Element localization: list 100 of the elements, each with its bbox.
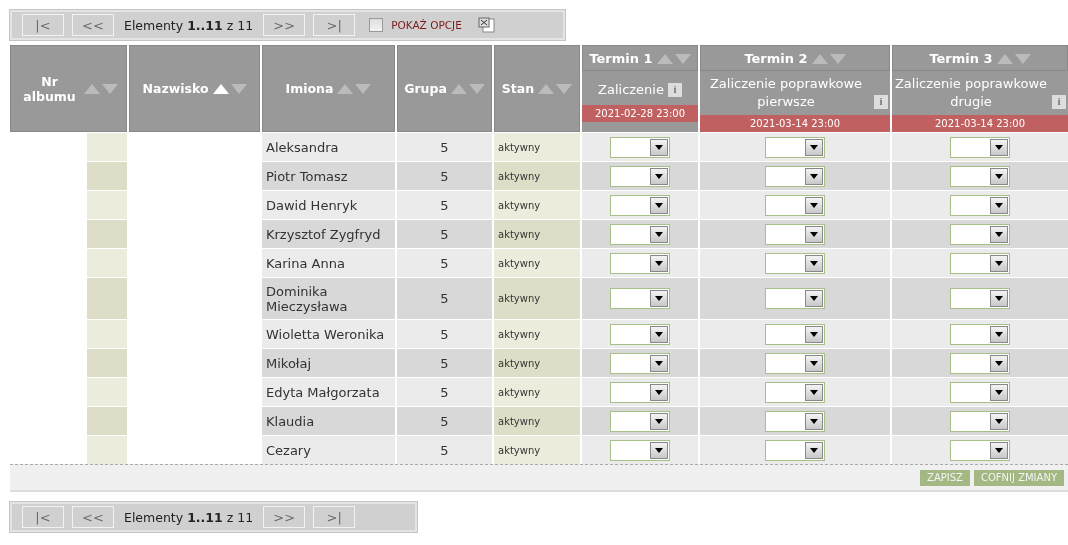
- grade-select[interactable]: [610, 136, 670, 158]
- status-cell: aktywny: [498, 328, 541, 340]
- grade-select[interactable]: [610, 439, 670, 461]
- column-header[interactable]: Stan: [501, 81, 535, 96]
- dropdown-caret-icon: [655, 389, 663, 395]
- group-cell: 5: [440, 442, 449, 458]
- group-cell: 5: [440, 226, 449, 242]
- options-checkbox[interactable]: [369, 18, 384, 32]
- action-button[interactable]: COFNIJ ZMIANY: [973, 469, 1064, 486]
- column-header[interactable]: Nr albumu: [19, 73, 80, 104]
- status-cell: aktywny: [498, 199, 541, 211]
- first-names-cell: Edyta Małgorzata: [266, 384, 380, 400]
- term-deadline: 2021-03-14 23:00: [700, 115, 890, 132]
- group-cell: 5: [440, 413, 449, 429]
- grade-select[interactable]: [950, 323, 1010, 345]
- export-icon[interactable]: [477, 17, 496, 33]
- dropdown-caret-icon: [655, 331, 663, 337]
- grade-select[interactable]: [765, 288, 825, 309]
- grade-select[interactable]: [950, 288, 1010, 309]
- term-deadline: 2021-02-28 23:00: [582, 105, 698, 122]
- grade-select[interactable]: [950, 410, 1010, 432]
- dropdown-caret-icon: [810, 389, 818, 395]
- grade-select[interactable]: [610, 252, 670, 274]
- grade-select[interactable]: [610, 352, 670, 374]
- column-header[interactable]: Imiona: [285, 81, 334, 96]
- column-header[interactable]: Grupa: [404, 81, 447, 96]
- grade-select[interactable]: [950, 381, 1010, 403]
- grade-select[interactable]: [610, 165, 670, 187]
- status-cell: aktywny: [498, 293, 541, 304]
- grade-select[interactable]: [950, 439, 1010, 461]
- grade-select[interactable]: [765, 323, 825, 345]
- dropdown-caret-icon: [655, 360, 663, 366]
- dropdown-caret-icon: [810, 202, 818, 208]
- dropdown-caret-icon: [810, 296, 818, 301]
- grade-select[interactable]: [950, 252, 1010, 274]
- dropdown-caret-icon: [995, 418, 1003, 424]
- status-cell: aktywny: [498, 357, 541, 369]
- grade-select[interactable]: [765, 352, 825, 374]
- dropdown-caret-icon: [995, 260, 1003, 266]
- grade-select[interactable]: [610, 223, 670, 245]
- dropdown-caret-icon: [995, 231, 1003, 237]
- action-button[interactable]: ZAPISZ: [920, 469, 970, 486]
- grade-select[interactable]: [950, 136, 1010, 158]
- info-icon[interactable]: i: [667, 83, 682, 97]
- grade-select[interactable]: [610, 381, 670, 403]
- dropdown-caret-icon: [655, 231, 663, 237]
- dropdown-caret-icon: [655, 296, 663, 301]
- first-names-cell: Klaudia: [266, 413, 315, 429]
- grade-select[interactable]: [950, 194, 1010, 216]
- info-icon[interactable]: i: [1052, 95, 1066, 109]
- status-cell: aktywny: [498, 141, 541, 153]
- grade-select[interactable]: [765, 381, 825, 403]
- term-deadline: 2021-03-14 23:00: [892, 115, 1068, 132]
- grade-select[interactable]: [765, 165, 825, 187]
- sort-icon[interactable]: [212, 82, 247, 95]
- dropdown-caret-icon: [810, 231, 818, 237]
- grade-select[interactable]: [610, 410, 670, 432]
- term-name: Zaliczenie: [598, 81, 664, 99]
- first-names-cell: Dawid Henryk: [266, 197, 358, 213]
- grade-select[interactable]: [765, 194, 825, 216]
- status-cell: aktywny: [498, 444, 541, 456]
- dropdown-caret-icon: [655, 418, 663, 424]
- grade-select[interactable]: [765, 223, 825, 245]
- column-header[interactable]: Nazwisko: [142, 81, 209, 96]
- grade-select[interactable]: [610, 288, 670, 309]
- first-names-cell: Karina Anna: [266, 255, 345, 271]
- status-cell: aktywny: [498, 170, 541, 182]
- dropdown-caret-icon: [810, 360, 818, 366]
- grade-select[interactable]: [765, 136, 825, 158]
- grade-select[interactable]: [950, 223, 1010, 245]
- grade-select[interactable]: [950, 165, 1010, 187]
- dropdown-caret-icon: [995, 331, 1003, 337]
- first-names-cell: Piotr Tomasz: [266, 168, 348, 184]
- info-icon[interactable]: i: [874, 95, 888, 109]
- group-cell: 5: [440, 197, 449, 213]
- first-names-cell: Aleksandra: [266, 139, 339, 155]
- grade-select[interactable]: [765, 252, 825, 274]
- options-label[interactable]: POKAŻ OPCJE: [391, 19, 462, 31]
- term-name: Zaliczenie poprawkowe pierwsze: [708, 75, 864, 111]
- dropdown-caret-icon: [810, 447, 818, 453]
- grade-select[interactable]: [610, 194, 670, 216]
- pager-summary: Elementy 1..11 z 11: [124, 17, 254, 33]
- dropdown-caret-icon: [810, 260, 818, 266]
- first-names-cell: Cezary: [266, 442, 311, 458]
- status-cell: aktywny: [498, 386, 541, 398]
- status-cell: aktywny: [498, 257, 541, 269]
- dropdown-caret-icon: [995, 389, 1003, 395]
- group-cell: 5: [440, 355, 449, 371]
- grade-select[interactable]: [610, 323, 670, 345]
- grade-select[interactable]: [765, 410, 825, 432]
- dropdown-caret-icon: [995, 144, 1003, 150]
- dropdown-caret-icon: [655, 260, 663, 266]
- grade-select[interactable]: [950, 352, 1010, 374]
- dropdown-caret-icon: [810, 144, 818, 150]
- dropdown-caret-icon: [995, 447, 1003, 453]
- dropdown-caret-icon: [810, 173, 818, 179]
- grade-select[interactable]: [765, 439, 825, 461]
- dropdown-caret-icon: [810, 331, 818, 337]
- dropdown-caret-icon: [995, 360, 1003, 366]
- status-cell: aktywny: [498, 415, 541, 427]
